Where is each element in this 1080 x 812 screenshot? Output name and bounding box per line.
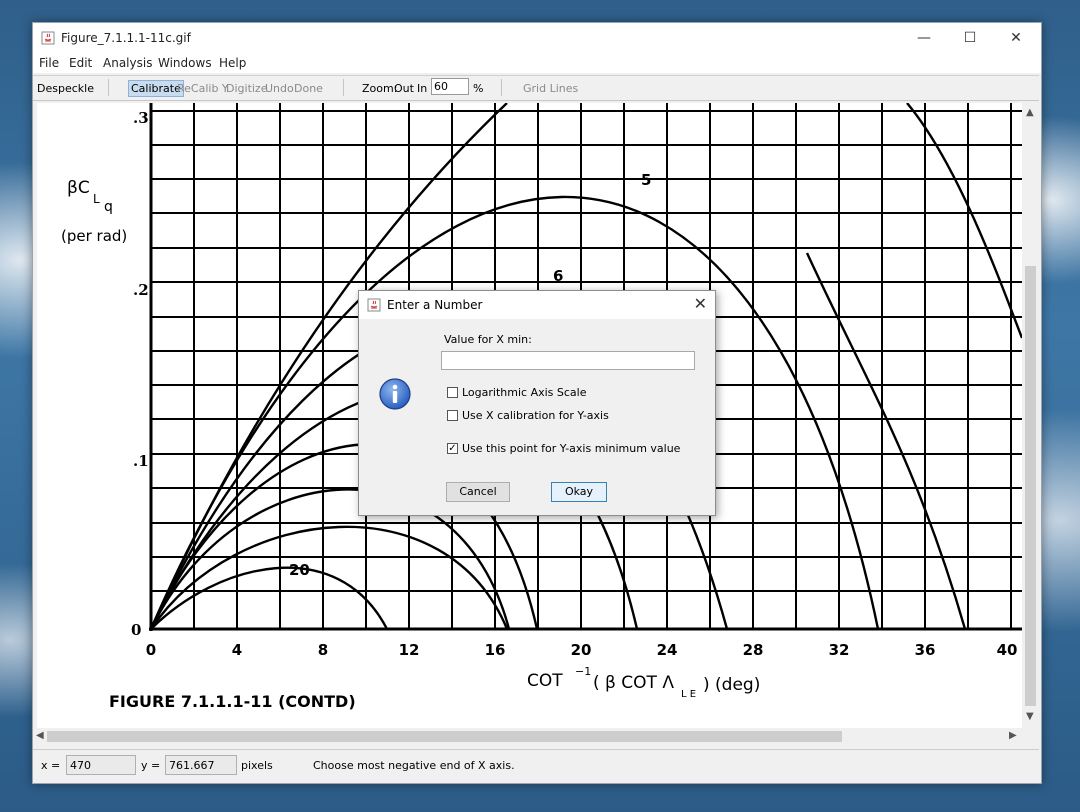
log-scale-checkbox[interactable] — [447, 386, 458, 398]
horizontal-scrollbar[interactable]: ◀ ▶ — [33, 728, 1039, 745]
toolbar-separator — [501, 79, 502, 96]
x-tick-12: 12 — [399, 641, 420, 659]
x-calib-for-y-checkbox-row[interactable]: Use X calibration for Y-axis — [447, 409, 609, 422]
x-tick-16: 16 — [485, 641, 506, 659]
enter-number-dialog: Enter a Number ✕ Value for X min: Logari… — [358, 290, 716, 516]
menu-analysis[interactable]: Analysis — [103, 56, 152, 70]
info-icon — [379, 378, 411, 410]
scroll-up-arrow-icon[interactable]: ▲ — [1026, 107, 1034, 118]
title-bar[interactable]: Figure_7.1.1.1-11c.gif — ☐ ✕ — [33, 23, 1041, 53]
x-tick-0: 0 — [146, 641, 156, 659]
despeckle-button[interactable]: Despeckle — [37, 82, 94, 95]
x-calib-for-y-label: Use X calibration for Y-axis — [462, 409, 609, 422]
zoom-out-button[interactable]: Out — [394, 82, 414, 95]
toolbar: Despeckle Calibrate ReCalib Y Digitize U… — [33, 75, 1039, 101]
x-tick-32: 32 — [829, 641, 850, 659]
zoom-percent-label: % — [473, 82, 484, 95]
minimize-button[interactable]: — — [901, 23, 947, 53]
grid-lines-button[interactable]: Grid Lines — [523, 82, 578, 95]
undo-button[interactable]: Undo — [265, 82, 294, 95]
y-min-point-label: Use this point for Y-axis minimum value — [462, 442, 681, 455]
figure-caption: FIGURE 7.1.1.1-11 (CONTD) — [109, 692, 356, 711]
x-min-prompt: Value for X min: — [444, 333, 532, 346]
scroll-down-arrow-icon[interactable]: ▼ — [1026, 711, 1034, 722]
okay-button[interactable]: Okay — [551, 482, 607, 502]
cancel-button[interactable]: Cancel — [446, 482, 510, 502]
dialog-close-icon[interactable]: ✕ — [694, 294, 707, 313]
scroll-right-arrow-icon[interactable]: ▶ — [1009, 730, 1017, 741]
done-button[interactable]: Done — [294, 82, 323, 95]
x-calib-for-y-checkbox[interactable] — [447, 409, 458, 421]
curve-label-5: 5 — [641, 171, 651, 189]
status-message: Choose most negative end of X axis. — [313, 759, 515, 772]
toolbar-separator — [108, 79, 109, 96]
x-tick-24: 24 — [657, 641, 678, 659]
curve-label-6: 6 — [553, 267, 563, 285]
x-axis-label-end: ) (deg) — [703, 675, 760, 695]
zoom-label: Zoom: — [362, 82, 398, 95]
x-tick-40: 40 — [997, 641, 1018, 659]
x-tick-36: 36 — [915, 641, 936, 659]
close-button[interactable]: ✕ — [993, 23, 1039, 53]
vertical-scroll-thumb[interactable] — [1025, 266, 1036, 706]
y-axis-label-subsub: q — [104, 199, 113, 215]
java-cup-icon — [41, 31, 55, 45]
dialog-title: Enter a Number — [387, 298, 483, 312]
x-axis-label-sub: L E — [681, 689, 696, 700]
x-tick-8: 8 — [318, 641, 328, 659]
x-coord-label: x = — [41, 759, 61, 772]
y-min-point-checkbox-row[interactable]: ✓ Use this point for Y-axis minimum value — [447, 442, 680, 455]
y-coord-label: y = — [141, 759, 161, 772]
y-tick-0: 0 — [131, 621, 141, 639]
calibrate-button[interactable]: Calibrate — [128, 80, 184, 97]
toolbar-separator — [343, 79, 344, 96]
y-coord-field: 761.667 — [165, 755, 237, 775]
digitize-button[interactable]: Digitize — [226, 82, 267, 95]
x-tick-20: 20 — [571, 641, 592, 659]
recalib-y-button[interactable]: ReCalib Y — [177, 82, 229, 95]
zoom-input[interactable] — [431, 78, 469, 95]
y-tick-0.3: .3 — [133, 109, 149, 127]
y-min-point-checkbox[interactable]: ✓ — [447, 442, 458, 454]
curve-label-20: 20 — [289, 561, 310, 579]
x-axis-label-sup: −1 — [575, 665, 591, 678]
y-tick-0.1: .1 — [133, 452, 149, 470]
menu-bar: File Edit Analysis Windows Help — [33, 53, 1041, 73]
log-scale-checkbox-row[interactable]: Logarithmic Axis Scale — [447, 386, 586, 399]
y-tick-0.2: .2 — [133, 281, 149, 299]
maximize-button[interactable]: ☐ — [947, 23, 993, 53]
x-ticks: 0 4 8 12 16 20 24 28 32 36 40 — [146, 641, 1018, 659]
curve-3 — [805, 252, 967, 630]
x-min-input[interactable] — [441, 351, 695, 370]
java-cup-icon — [367, 298, 381, 312]
log-scale-label: Logarithmic Axis Scale — [462, 386, 587, 399]
scroll-left-arrow-icon[interactable]: ◀ — [36, 730, 44, 741]
vertical-scrollbar[interactable]: ▲ ▼ — [1022, 103, 1039, 728]
x-axis-label-rest: ( β COT Λ — [593, 673, 674, 693]
curve-20 — [150, 566, 389, 630]
y-axis-label: βC — [67, 178, 90, 198]
window-title: Figure_7.1.1.1-11c.gif — [61, 31, 191, 45]
menu-windows[interactable]: Windows — [158, 56, 212, 70]
x-axis-label-main: COT — [527, 671, 563, 691]
zoom-in-button[interactable]: In — [417, 82, 427, 95]
dialog-title-bar[interactable]: Enter a Number ✕ — [359, 291, 715, 319]
x-tick-28: 28 — [743, 641, 764, 659]
menu-help[interactable]: Help — [219, 56, 246, 70]
coord-unit-label: pixels — [241, 759, 273, 772]
menu-edit[interactable]: Edit — [69, 56, 92, 70]
x-tick-4: 4 — [232, 641, 242, 659]
menu-file[interactable]: File — [39, 56, 59, 70]
y-axis-label-sub: L — [93, 192, 100, 206]
status-bar: x = 470 y = 761.667 pixels Choose most n… — [33, 749, 1039, 782]
y-axis-unit: (per rad) — [61, 227, 127, 245]
x-coord-field: 470 — [66, 755, 136, 775]
horizontal-scroll-thumb[interactable] — [47, 731, 842, 742]
